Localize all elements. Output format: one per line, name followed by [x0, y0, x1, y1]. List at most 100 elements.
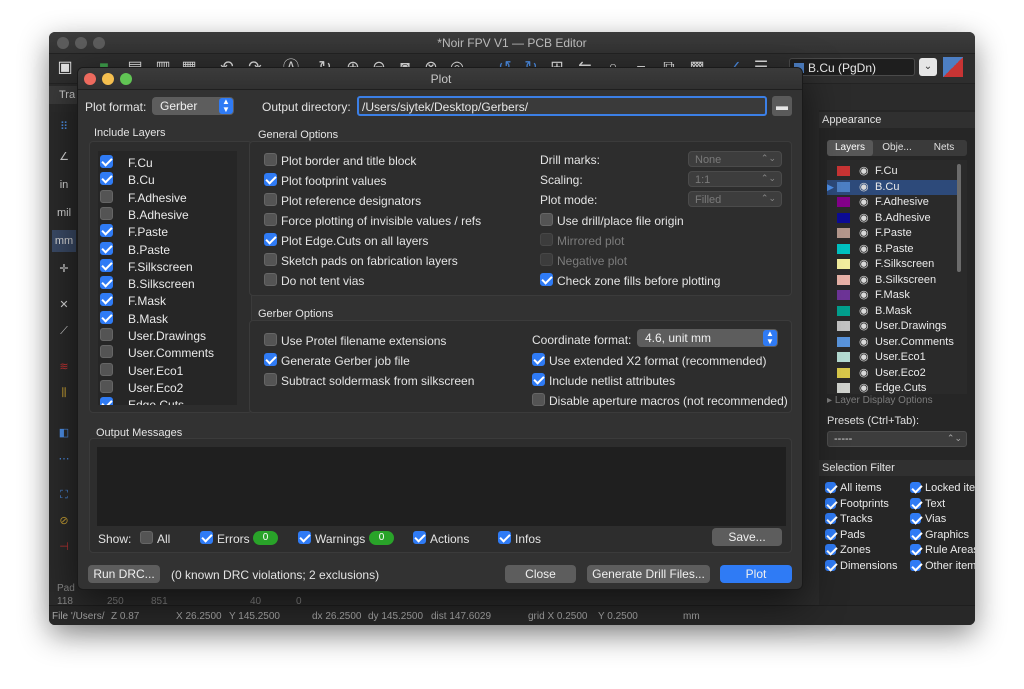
appearance-layer-row[interactable]: ◉ B.Mask — [827, 304, 957, 319]
visibility-eye-icon[interactable]: ◉ — [859, 288, 869, 301]
general-option-checkbox[interactable] — [264, 153, 277, 166]
selection-filter-checkbox[interactable] — [910, 497, 921, 509]
layer-color-swatch[interactable] — [837, 166, 850, 176]
selection-filter-checkbox[interactable] — [825, 482, 836, 493]
zone-outline-icon[interactable]: ⋯ — [52, 448, 76, 470]
zone-fill-icon[interactable]: ◧ — [52, 422, 76, 444]
visibility-eye-icon[interactable]: ◉ — [859, 304, 869, 317]
run-drc-button[interactable]: Run DRC... — [88, 565, 160, 583]
tab-layers[interactable]: Layers — [827, 140, 873, 156]
general-option-checkbox[interactable] — [540, 273, 553, 286]
drill-marks-select[interactable]: None ⌃⌄ — [688, 151, 782, 167]
scaling-select[interactable]: 1:1 ⌃⌄ — [688, 171, 782, 187]
layer-color-swatch[interactable] — [837, 321, 850, 331]
show-all-box[interactable] — [140, 531, 153, 544]
selection-filter-checkbox[interactable] — [910, 528, 921, 540]
selection-filter-checkbox[interactable] — [910, 559, 921, 571]
visibility-eye-icon[interactable]: ◉ — [859, 381, 869, 394]
gerber-option-checkbox[interactable] — [532, 373, 545, 386]
grid-icon[interactable]: ⠿ — [52, 116, 76, 138]
visibility-eye-icon[interactable]: ◉ — [859, 319, 869, 332]
selection-filter-checkbox[interactable] — [910, 482, 921, 493]
appearance-layer-row[interactable]: ◉ F.Silkscreen — [827, 257, 957, 272]
save-messages-button[interactable]: Save... — [712, 528, 782, 546]
ratsnest-icon[interactable]: ✕ — [52, 294, 76, 316]
general-option-checkbox[interactable] — [264, 193, 277, 206]
via-outline-icon[interactable]: ⊘ — [52, 510, 76, 532]
presets-select[interactable]: ----- ⌃⌄ — [827, 431, 967, 447]
appearance-layer-row[interactable]: ◉ User.Eco2 — [827, 366, 957, 381]
general-option-checkbox[interactable] — [264, 273, 277, 286]
include-layer-checkbox[interactable] — [100, 397, 113, 405]
show-warnings-box[interactable] — [298, 531, 311, 544]
curved-ratsnest-icon[interactable]: ⟋ — [52, 320, 76, 342]
include-layer-checkbox[interactable] — [100, 345, 113, 359]
general-option-checkbox[interactable] — [264, 213, 277, 226]
appearance-layer-row[interactable]: ◉ User.Eco1 — [827, 350, 957, 365]
visibility-eye-icon[interactable]: ◉ — [859, 180, 869, 193]
pad-outline-icon[interactable]: ⫼ — [52, 382, 76, 404]
layer-color-swatch[interactable] — [837, 228, 850, 238]
appearance-layer-row[interactable]: ◉ Edge.Cuts — [827, 381, 957, 394]
layer-display-options-toggle[interactable]: ▸ Layer Display Options — [827, 396, 933, 406]
include-layer-checkbox[interactable] — [100, 310, 113, 324]
visibility-eye-icon[interactable]: ◉ — [859, 335, 869, 348]
layer-pair-indicator-icon[interactable] — [943, 57, 963, 77]
visibility-eye-icon[interactable]: ◉ — [859, 164, 869, 177]
gerber-option-checkbox[interactable] — [264, 333, 277, 346]
layer-color-swatch[interactable] — [837, 367, 850, 378]
visibility-eye-icon[interactable]: ◉ — [859, 226, 869, 239]
selection-filter-checkbox[interactable] — [825, 559, 836, 571]
output-directory-input[interactable]: /Users/siytek/Desktop/Gerbers/ — [357, 96, 767, 116]
appearance-layer-row[interactable]: ▶ ◉ B.Cu — [827, 179, 957, 195]
appearance-layer-row[interactable]: ◉ B.Silkscreen — [827, 273, 957, 288]
include-layer-checkbox[interactable] — [100, 276, 113, 290]
layer-color-swatch[interactable] — [837, 383, 850, 393]
layer-color-swatch[interactable] — [837, 274, 850, 285]
close-button[interactable]: Close — [505, 565, 576, 583]
include-layer-checkbox[interactable] — [100, 189, 113, 203]
layer-color-swatch[interactable] — [837, 212, 850, 223]
left-tab[interactable]: Tra — [49, 86, 79, 104]
track-outline-icon[interactable]: ⛶ — [52, 484, 76, 506]
appearance-layer-row[interactable]: ◉ User.Comments — [827, 335, 957, 350]
selection-filter-checkbox[interactable] — [910, 544, 921, 555]
plot-format-select[interactable]: Gerber ▲ ▼ — [152, 97, 234, 115]
tab-nets[interactable]: Nets — [921, 140, 967, 156]
visibility-eye-icon[interactable]: ◉ — [859, 257, 869, 270]
cursor-icon[interactable]: ✛ — [52, 258, 76, 280]
include-layer-checkbox[interactable] — [100, 362, 113, 376]
mil-units-icon[interactable]: mil — [52, 202, 76, 224]
show-actions-box[interactable] — [413, 531, 426, 544]
show-infos-box[interactable] — [498, 531, 511, 544]
layer-color-swatch[interactable] — [837, 352, 850, 362]
layer-list-scrollbar[interactable] — [957, 164, 961, 272]
plot-button[interactable]: Plot — [720, 565, 792, 583]
save-icon[interactable]: ▣ — [55, 58, 75, 78]
selection-filter-checkbox[interactable] — [825, 528, 836, 540]
visibility-eye-icon[interactable]: ◉ — [859, 350, 869, 363]
generate-drill-files-button[interactable]: Generate Drill Files... — [587, 565, 710, 583]
appearance-layer-row[interactable]: ◉ F.Mask — [827, 288, 957, 303]
visibility-eye-icon[interactable]: ◉ — [859, 242, 869, 255]
show-errors-box[interactable] — [200, 531, 213, 544]
visibility-eye-icon[interactable]: ◉ — [859, 273, 869, 286]
selection-filter-checkbox[interactable] — [910, 513, 921, 524]
highlight-net-icon[interactable]: ≋ — [52, 356, 76, 378]
include-layer-checkbox[interactable] — [100, 258, 113, 272]
include-layer-checkbox[interactable] — [100, 293, 113, 307]
include-layer-checkbox[interactable] — [100, 172, 113, 186]
mm-units-icon[interactable]: mm — [52, 230, 76, 252]
appearance-layer-row[interactable]: ◉ B.Paste — [827, 242, 957, 257]
inch-units-icon[interactable]: in — [52, 174, 76, 196]
layer-color-swatch[interactable] — [837, 336, 850, 347]
selection-filter-checkbox[interactable] — [825, 544, 836, 555]
include-layer-checkbox[interactable] — [100, 241, 113, 255]
general-option-checkbox[interactable] — [264, 233, 277, 246]
general-option-checkbox[interactable] — [264, 173, 277, 186]
layer-dropdown-chevron-icon[interactable]: ⌄ — [919, 58, 937, 76]
active-layer-select[interactable]: B.Cu (PgDn) — [789, 58, 915, 76]
layer-color-swatch[interactable] — [837, 197, 850, 207]
appearance-layer-row[interactable]: ◉ User.Drawings — [827, 319, 957, 334]
selection-filter-checkbox[interactable] — [825, 497, 836, 509]
